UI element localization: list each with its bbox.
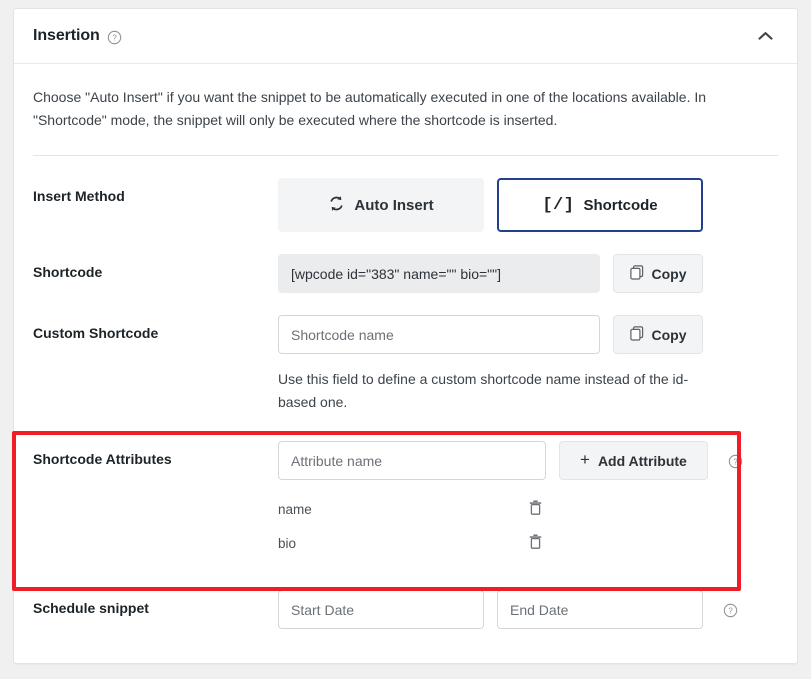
shortcode-value-input[interactable] [278, 254, 600, 294]
insertion-card: Insertion ? Choose "Auto Insert" if you … [13, 8, 798, 665]
custom-shortcode-copy-button[interactable]: Copy [613, 315, 703, 355]
shortcode-label: Shortcode [33, 264, 103, 281]
insert-method-label: Insert Method [33, 188, 125, 205]
schedule-start-date-input[interactable] [278, 590, 484, 630]
attribute-list: name bio [278, 492, 778, 560]
shortcode-attributes-row: Shortcode Attributes + Add Attribute ? [33, 413, 778, 560]
svg-text:?: ? [733, 458, 738, 467]
custom-shortcode-input[interactable] [278, 315, 600, 355]
page-title: Insertion [33, 27, 100, 44]
schedule-snippet-label: Schedule snippet [33, 600, 149, 617]
insert-method-shortcode-label: Shortcode [583, 196, 658, 214]
question-circle-icon: ? [723, 603, 738, 618]
add-attribute-button[interactable]: + Add Attribute [559, 441, 708, 481]
insert-method-auto-insert-label: Auto Insert [354, 196, 434, 214]
question-circle-icon: ? [728, 454, 743, 469]
insert-method-row: Insert Method Auto Insert [/] Shortcode [33, 156, 778, 233]
custom-shortcode-copy-label: Copy [651, 326, 687, 343]
attribute-name-input[interactable] [278, 441, 546, 481]
code-brackets-glyph-icon: [/] [542, 195, 575, 215]
shortcode-row: Shortcode Copy [33, 232, 778, 294]
insert-method-auto-insert-button[interactable]: Auto Insert [278, 178, 484, 233]
card-header: Insertion ? [14, 9, 797, 64]
list-item: name [278, 492, 546, 526]
insertion-description: Choose "Auto Insert" if you want the sni… [33, 89, 707, 128]
card-body: Choose "Auto Insert" if you want the sni… [14, 64, 797, 663]
delete-attribute-button[interactable] [524, 498, 546, 520]
copy-icon [629, 326, 644, 344]
trash-icon [529, 534, 542, 552]
question-circle-icon: ? [107, 30, 122, 45]
sync-arrows-icon [328, 195, 345, 216]
custom-shortcode-row: Custom Shortcode Copy [33, 293, 778, 413]
schedule-end-date-input[interactable] [497, 590, 703, 630]
shortcode-attributes-label: Shortcode Attributes [33, 451, 172, 468]
insert-method-toggle-group: Auto Insert [/] Shortcode [278, 178, 778, 233]
chevron-up-icon [757, 29, 773, 44]
collapse-toggle-button[interactable] [752, 23, 778, 49]
page-root: Insertion ? Choose "Auto Insert" if you … [0, 0, 811, 679]
shortcode-copy-button[interactable]: Copy [613, 254, 703, 294]
attribute-item-label: bio [278, 535, 297, 551]
add-attribute-label: Add Attribute [597, 452, 687, 469]
schedule-snippet-row: Schedule snippet ? [33, 560, 778, 630]
copy-icon [629, 265, 644, 283]
custom-shortcode-hint: Use this field to define a custom shortc… [278, 371, 689, 410]
attribute-item-label: name [278, 501, 312, 517]
trash-icon [529, 500, 542, 518]
plus-icon: + [580, 450, 590, 470]
custom-shortcode-label: Custom Shortcode [33, 325, 159, 342]
svg-text:?: ? [112, 33, 117, 42]
insert-method-shortcode-button[interactable]: [/] Shortcode [497, 178, 703, 233]
svg-text:?: ? [728, 607, 733, 616]
delete-attribute-button[interactable] [524, 532, 546, 554]
shortcode-copy-label: Copy [651, 265, 687, 282]
list-item: bio [278, 526, 546, 560]
